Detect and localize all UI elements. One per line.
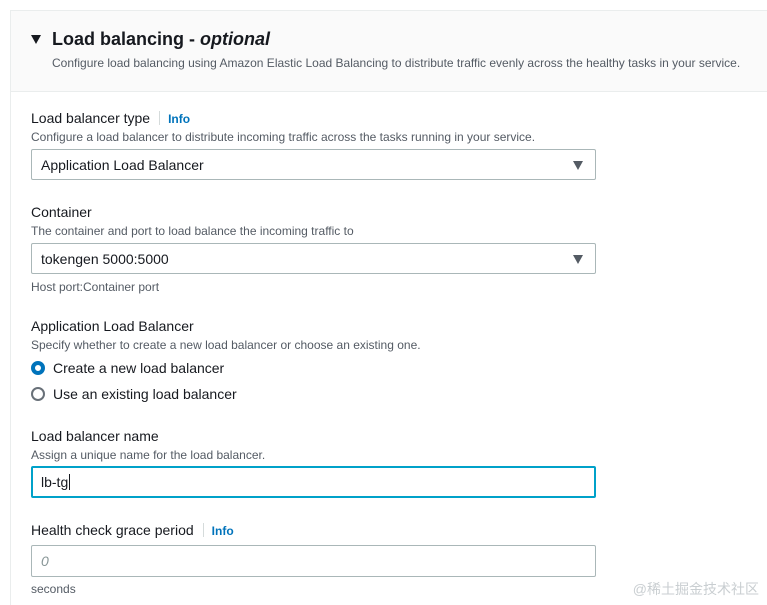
lb-name-input[interactable]: lb-tg <box>31 466 596 498</box>
caret-down-icon[interactable] <box>31 35 41 44</box>
dropdown-arrow-icon <box>573 255 583 264</box>
lb-type-label: Load balancer type Info <box>31 110 190 126</box>
lb-name-label: Load balancer name <box>31 428 159 444</box>
grace-period-label: Health check grace period Info <box>31 522 234 538</box>
section-title-text: Load balancing - <box>52 29 201 49</box>
radio-use-existing-label[interactable]: Use an existing load balancer <box>53 386 237 402</box>
grace-period-input[interactable]: 0 <box>31 545 596 577</box>
section-description: Configure load balancing using Amazon El… <box>52 56 741 70</box>
grace-period-placeholder: 0 <box>41 553 49 569</box>
lb-type-description: Configure a load balancer to distribute … <box>31 130 536 144</box>
radio-use-existing[interactable]: Use an existing load balancer <box>31 384 237 404</box>
lb-name-value: lb-tg <box>41 474 71 490</box>
dropdown-arrow-icon <box>573 161 583 170</box>
alb-label: Application Load Balancer <box>31 318 194 334</box>
radio-unchecked-icon[interactable] <box>31 387 45 401</box>
lb-type-select[interactable]: Application Load Balancer <box>31 149 596 180</box>
lb-type-info-link[interactable]: Info <box>168 112 190 126</box>
lb-name-description: Assign a unique name for the load balanc… <box>31 448 266 462</box>
container-select[interactable]: tokengen 5000:5000 <box>31 243 596 274</box>
info-separator <box>202 523 204 537</box>
grace-period-label-text: Health check grace period <box>31 522 194 538</box>
radio-create-new-label[interactable]: Create a new load balancer <box>53 360 224 376</box>
lb-type-label-text: Load balancer type <box>31 110 151 126</box>
grace-period-info-link[interactable]: Info <box>212 524 234 538</box>
container-hint: Host port:Container port <box>31 280 160 294</box>
lb-type-selected-value: Application Load Balancer <box>41 157 204 173</box>
lb-name-value-text: lb-tg <box>41 474 69 490</box>
watermark: @稀土掘金技术社区 <box>632 581 759 597</box>
grace-period-unit: seconds <box>31 582 76 596</box>
container-description: The container and port to load balance t… <box>31 224 354 238</box>
alb-description: Specify whether to create a new load bal… <box>31 338 421 352</box>
radio-create-new[interactable]: Create a new load balancer <box>31 358 224 378</box>
text-cursor <box>69 474 71 490</box>
info-separator <box>159 111 161 125</box>
radio-checked-icon[interactable] <box>31 361 45 375</box>
container-label: Container <box>31 204 92 220</box>
load-balancing-panel: Load balancing - optional Configure load… <box>10 10 767 605</box>
container-selected-value: tokengen 5000:5000 <box>41 251 169 267</box>
optional-label: optional <box>200 29 271 49</box>
section-title: Load balancing - optional <box>52 29 270 50</box>
section-header[interactable]: Load balancing - optional Configure load… <box>11 11 767 92</box>
